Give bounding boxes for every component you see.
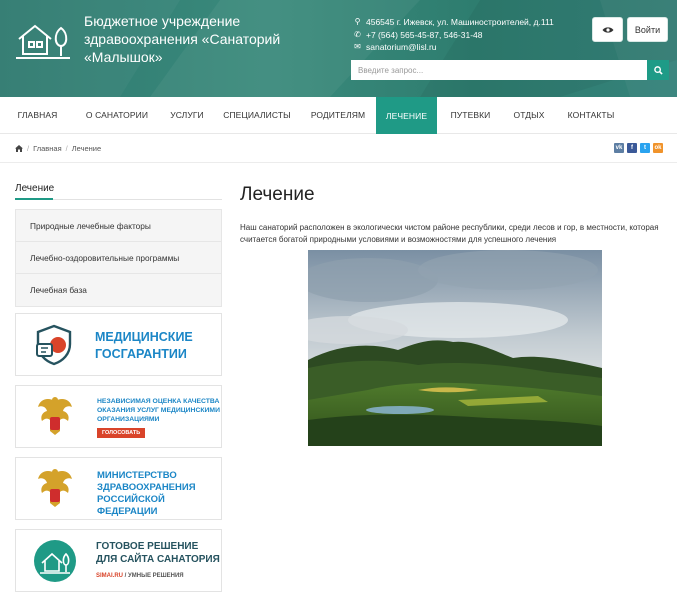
site-header: Бюджетное учреждение здравоохранения «Са… [0, 0, 677, 97]
russian-coat-of-arms-icon [38, 397, 72, 435]
banner-ministry-line3: РОССИЙСКОЙ ФЕДЕРАЦИИ [97, 494, 165, 517]
breadcrumb-current: Лечение [71, 144, 102, 153]
eye-icon [602, 26, 613, 33]
odnoklassniki-icon[interactable]: ok [653, 143, 663, 153]
breadcrumb: / Главная / Лечение [15, 144, 101, 153]
accessibility-version-button[interactable] [592, 17, 623, 42]
shield-icon [36, 324, 72, 366]
banner-quality-line2: ОКАЗАНИЯ УСЛУГ МЕДИЦИНСКИМИ [97, 407, 220, 414]
nav-item-parents[interactable]: РОДИТЕЛЯМ [305, 97, 371, 133]
banner-quality-line3: ОРГАНИЗАЦИЯМИ [97, 416, 160, 423]
breadcrumb-divider [0, 162, 677, 163]
sanatorium-logo-icon[interactable] [14, 18, 72, 60]
nav-item-about[interactable]: О САНАТОРИИ [80, 97, 154, 133]
sidebar-menu: Природные лечебные факторы Лечебно-оздор… [15, 209, 222, 307]
breadcrumb-home[interactable]: Главная [33, 144, 62, 153]
banner-ministry-line2: ЗДРАВООХРАНЕНИЯ [97, 482, 196, 493]
search-icon [653, 65, 663, 75]
simai-brand: SIMAI.RU [96, 573, 123, 579]
nav-item-services[interactable]: УСЛУГИ [165, 97, 209, 133]
email-text[interactable]: sanatorium@lisl.ru [366, 41, 437, 54]
sanatorium-logo-icon [34, 540, 76, 582]
banner-ministry-of-health[interactable]: МИНИСТЕРСТВО ЗДРАВООХРАНЕНИЯ РОССИЙСКОЙ … [15, 457, 222, 520]
nav-item-specialists[interactable]: СПЕЦИАЛИСТЫ [220, 97, 294, 133]
phone-row: ✆ +7 (564) 565-45-87, 546-31-48 [353, 29, 554, 42]
home-icon[interactable] [15, 145, 23, 152]
nav-item-vouchers[interactable]: ПУТЕВКИ [443, 97, 498, 133]
sidebar-title-underline [15, 198, 53, 200]
russian-coat-of-arms-icon [38, 469, 72, 507]
search-input[interactable] [351, 60, 647, 80]
organization-name[interactable]: Бюджетное учреждение здравоохранения «Са… [84, 12, 344, 66]
banner-ministry-line1: МИНИСТЕРСТВО [97, 470, 177, 481]
vk-icon[interactable]: vk [614, 143, 624, 153]
sidebar-item-natural-factors[interactable]: Природные лечебные факторы [16, 210, 221, 242]
banner-medical-guarantees[interactable]: МЕДИЦИНСКИЕ ГОСГАРАНТИИ [15, 313, 222, 376]
vote-button[interactable]: ГОЛОСОВАТЬ [97, 428, 146, 438]
breadcrumb-separator: / [65, 144, 68, 153]
banner-quality-assessment[interactable]: НЕЗАВИСИМАЯ ОЦЕНКА КАЧЕСТВА ОКАЗАНИЯ УСЛ… [15, 385, 222, 448]
nav-item-leisure[interactable]: ОТДЫХ [507, 97, 551, 133]
facebook-icon[interactable]: f [627, 143, 637, 153]
address-row: ⚲ 456545 г. Ижевск, ул. Машиностроителей… [353, 16, 554, 29]
breadcrumb-separator: / [27, 144, 30, 153]
banner-quality-line1: НЕЗАВИСИМАЯ ОЦЕНКА КАЧЕСТВА [97, 398, 220, 405]
sidebar-item-programs[interactable]: Лечебно-оздоровительные программы [16, 242, 221, 274]
sidebar-title: Лечение [15, 183, 55, 194]
address-text: 456545 г. Ижевск, ул. Машиностроителей, … [366, 17, 554, 27]
nav-item-contacts[interactable]: КОНТАКТЫ [561, 97, 621, 133]
map-marker-icon: ⚲ [354, 17, 361, 26]
banner-gos-line2: ГОСГАРАНТИИ [95, 347, 187, 361]
mountain-landscape-photo [308, 250, 602, 446]
nav-item-home[interactable]: ГЛАВНАЯ [15, 97, 60, 133]
page-title: Лечение [240, 184, 315, 205]
banner-simai-solution[interactable]: ГОТОВОЕ РЕШЕНИЕ ДЛЯ САЙТА САНАТОРИЯ SIMA… [15, 529, 222, 592]
phone-icon: ✆ [354, 29, 361, 39]
phone-text[interactable]: +7 (564) 565-45-87, 546-31-48 [366, 29, 483, 42]
email-row: ✉ sanatorium@lisl.ru [353, 41, 554, 54]
login-button[interactable]: Войти [627, 17, 668, 42]
banner-simai-line2: ДЛЯ САЙТА САНАТОРИЯ [96, 554, 220, 565]
sidebar-item-medical-base[interactable]: Лечебная база [16, 274, 221, 306]
envelope-icon: ✉ [354, 42, 361, 51]
main-navigation: ГЛАВНАЯ О САНАТОРИИ УСЛУГИ СПЕЦИАЛИСТЫ Р… [0, 97, 677, 134]
twitter-icon[interactable]: t [640, 143, 650, 153]
contact-info: ⚲ 456545 г. Ижевск, ул. Машиностроителей… [353, 16, 554, 54]
nav-item-treatment[interactable]: ЛЕЧЕНИЕ [376, 97, 437, 134]
simai-tagline: / УМНЫЕ РЕШЕНИЯ [123, 573, 184, 579]
banner-simai-line1: ГОТОВОЕ РЕШЕНИЕ [96, 541, 199, 552]
search-button[interactable] [647, 60, 669, 80]
banner-gos-line1: МЕДИЦИНСКИЕ [95, 330, 193, 344]
intro-text: Наш санаторий расположен в экологически … [240, 223, 659, 244]
banner-simai-footer: SIMAI.RU / УМНЫЕ РЕШЕНИЯ [96, 573, 184, 579]
